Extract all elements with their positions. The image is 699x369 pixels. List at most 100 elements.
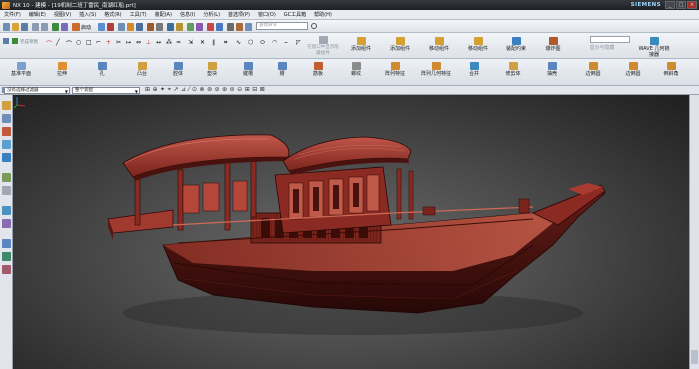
dimension-icon[interactable]: ↔ bbox=[156, 39, 161, 46]
zoom-icon[interactable] bbox=[127, 23, 134, 31]
conic-icon[interactable]: ◠ bbox=[272, 39, 277, 46]
show-and-hide-button[interactable]: 显示与隐藏 bbox=[582, 45, 622, 51]
fillet-sketch-icon[interactable]: ⌣ bbox=[284, 39, 288, 47]
system-scenes-icon[interactable] bbox=[2, 252, 11, 261]
edge-blend-button-2[interactable]: 边倒圆 bbox=[618, 62, 648, 77]
wcs-icon[interactable] bbox=[207, 23, 214, 31]
sketch-icon[interactable] bbox=[3, 38, 9, 44]
new-file-icon[interactable] bbox=[3, 23, 10, 31]
finish-sketch-label[interactable]: 完成草图 bbox=[20, 39, 38, 45]
menu-assembly[interactable]: 装配(A) bbox=[155, 11, 172, 18]
close-button[interactable]: × bbox=[687, 1, 697, 9]
extend-icon[interactable]: ↦ bbox=[126, 39, 131, 46]
datum-plane-button[interactable]: 基准平面 bbox=[6, 62, 36, 77]
unite-button[interactable]: 合并 bbox=[462, 62, 486, 77]
boss-button[interactable]: 凸台 bbox=[130, 62, 154, 77]
move-component-button-2[interactable]: 移动组件 bbox=[463, 37, 493, 52]
start-menu-label[interactable]: 启动 bbox=[81, 24, 91, 31]
vertical-scrollbar[interactable] bbox=[689, 95, 699, 369]
roles-icon[interactable] bbox=[2, 239, 11, 248]
menu-analysis[interactable]: 分析(L) bbox=[203, 11, 220, 18]
command-search-input[interactable]: 查找命令 bbox=[256, 22, 308, 30]
minimize-button[interactable]: _ bbox=[665, 1, 675, 9]
menu-file[interactable]: 文件(F) bbox=[4, 11, 21, 18]
assembly-navigator-icon[interactable] bbox=[2, 101, 11, 110]
menu-gc-toolkit[interactable]: GC工具箱 bbox=[284, 11, 306, 18]
pattern-curve-icon[interactable]: ⁂ bbox=[166, 39, 172, 46]
studio-spline-icon[interactable]: ∿ bbox=[236, 39, 241, 46]
derived-line-icon[interactable]: ∥ bbox=[212, 39, 215, 46]
menu-view[interactable]: 视图(V) bbox=[54, 11, 71, 18]
cut-icon[interactable] bbox=[52, 23, 59, 31]
ellipse-icon[interactable]: ⬭ bbox=[260, 39, 265, 47]
snap-point-icon[interactable] bbox=[216, 23, 223, 31]
edge-blend-button[interactable]: 边倒圆 bbox=[578, 62, 608, 77]
trim-body-button[interactable]: 修剪体 bbox=[498, 62, 528, 77]
graphics-viewport[interactable] bbox=[13, 95, 689, 369]
fit-view-icon[interactable] bbox=[118, 23, 125, 31]
open-file-icon[interactable] bbox=[12, 23, 19, 31]
fillet-icon[interactable]: ⌐ bbox=[96, 39, 101, 46]
slot-button[interactable]: 键槽 bbox=[236, 62, 260, 77]
redo-icon[interactable] bbox=[41, 23, 48, 31]
menu-window[interactable]: 窗口(O) bbox=[258, 11, 276, 18]
constraints-icon[interactable]: ⊥ bbox=[146, 39, 151, 46]
add-component-button[interactable]: 添加组件 bbox=[346, 37, 376, 52]
polygon-icon[interactable]: ⬡ bbox=[248, 39, 253, 46]
web-browser-icon[interactable] bbox=[2, 173, 11, 182]
thread-button[interactable]: 螺纹 bbox=[344, 62, 368, 77]
offset-curve-icon[interactable]: ≈ bbox=[176, 39, 181, 46]
pocket-button[interactable]: 腔体 bbox=[166, 62, 190, 77]
part-navigator-icon[interactable] bbox=[2, 127, 11, 136]
create-component-button[interactable]: 添加组件 bbox=[385, 37, 415, 52]
rectangle-icon[interactable]: □ bbox=[86, 39, 92, 46]
groove-button[interactable]: 槽 bbox=[272, 62, 292, 77]
reuse-library-icon[interactable] bbox=[2, 140, 11, 149]
menu-information[interactable]: 信息(I) bbox=[180, 11, 195, 18]
exploded-views-button[interactable]: 爆炸图 bbox=[540, 37, 566, 52]
search-icon[interactable] bbox=[311, 23, 317, 29]
chamfer-sketch-icon[interactable]: ◸ bbox=[296, 39, 301, 46]
delete-icon[interactable] bbox=[107, 23, 114, 31]
profile-icon[interactable]: ⌒ bbox=[46, 39, 52, 48]
menu-preferences[interactable]: 首选项(P) bbox=[228, 11, 250, 18]
convert-reference-icon[interactable]: ⌗ bbox=[224, 39, 227, 47]
extrude-button[interactable]: 拉伸 bbox=[50, 62, 74, 77]
copy-icon[interactable] bbox=[61, 23, 68, 31]
rotate-view-icon[interactable] bbox=[136, 23, 143, 31]
chamfer-button[interactable]: 倒斜角 bbox=[656, 62, 686, 77]
pattern-feature-button[interactable]: 阵列特征 bbox=[378, 62, 412, 77]
menu-edit[interactable]: 编辑(E) bbox=[29, 11, 46, 18]
menu-insert[interactable]: 插入(S) bbox=[79, 11, 96, 18]
system-materials-icon[interactable] bbox=[2, 206, 11, 215]
show-hidden-components-button[interactable]: 在窗口中显示隐藏组件 bbox=[306, 36, 340, 57]
trim-icon[interactable]: ✂ bbox=[116, 39, 121, 46]
wireframe-view-icon[interactable] bbox=[156, 23, 163, 31]
show-hide-icon[interactable] bbox=[176, 23, 183, 31]
maximize-button[interactable]: □ bbox=[676, 1, 686, 9]
boat-model[interactable] bbox=[13, 95, 689, 369]
menu-tools[interactable]: 工具(T) bbox=[130, 11, 147, 18]
project-curve-icon[interactable]: ⇲ bbox=[188, 39, 193, 46]
layer-settings-icon[interactable] bbox=[167, 23, 174, 31]
process-studio-icon[interactable] bbox=[2, 219, 11, 228]
line-icon[interactable]: ╱ bbox=[56, 39, 60, 46]
history-icon[interactable] bbox=[2, 186, 11, 195]
snap-point-toolbar[interactable]: ⊞⊕✦⌖↗⊿⁄⊙⊗⊚⊘⊛⊜⊝⊞⊟⊠ bbox=[145, 86, 267, 94]
manufacturing-wizard-icon[interactable] bbox=[2, 265, 11, 274]
selection-scope-select[interactable]: 整个装配 ▼ bbox=[72, 87, 140, 94]
assembly-dropdown[interactable] bbox=[590, 36, 630, 43]
reset-orientation-icon[interactable] bbox=[227, 23, 234, 31]
pad-button[interactable]: 垫块 bbox=[200, 62, 224, 77]
rib-button[interactable]: 筋板 bbox=[306, 62, 330, 77]
undo-icon[interactable] bbox=[32, 23, 39, 31]
circle-icon[interactable]: ○ bbox=[76, 39, 81, 46]
shaded-view-icon[interactable] bbox=[147, 23, 154, 31]
pattern-geometry-button[interactable]: 阵列几何特征 bbox=[418, 62, 454, 77]
move-component-button[interactable]: 移动组件 bbox=[424, 37, 454, 52]
hd3d-tools-icon[interactable] bbox=[2, 153, 11, 162]
mirror-curve-icon[interactable]: ⇔ bbox=[136, 39, 141, 46]
edit-object-display-icon[interactable] bbox=[196, 23, 203, 31]
wave-geometry-linker-button[interactable]: WAVE 几何链接器 bbox=[638, 37, 670, 58]
menu-help[interactable]: 帮助(H) bbox=[314, 11, 332, 18]
